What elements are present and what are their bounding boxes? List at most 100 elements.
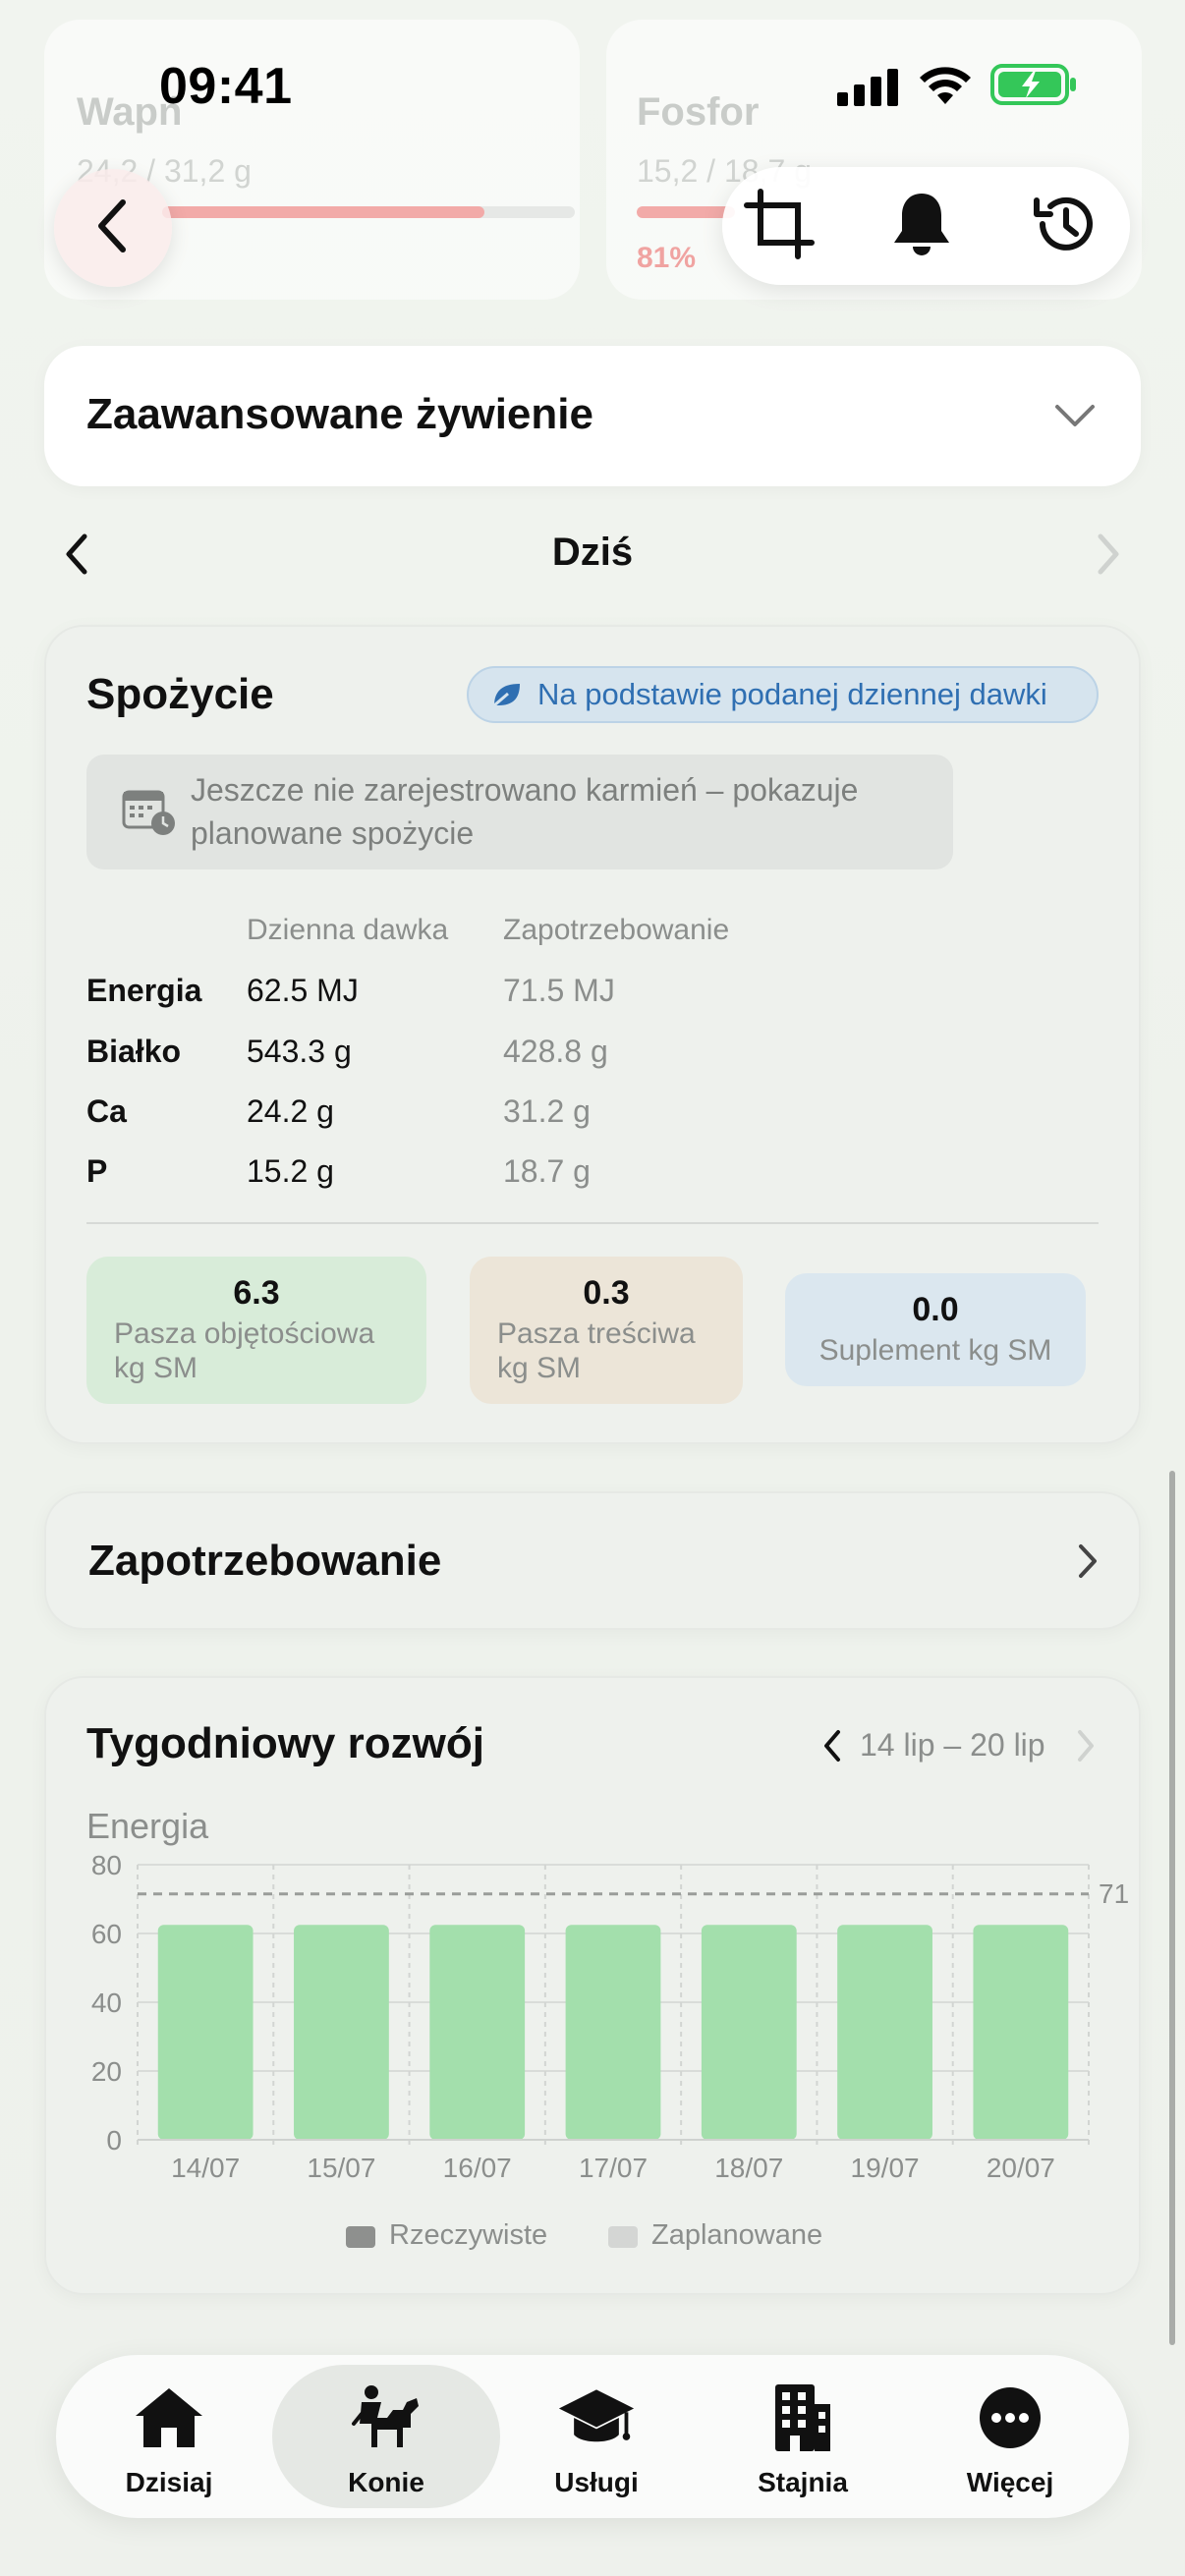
- tab-konie[interactable]: Konie: [272, 2365, 500, 2508]
- history-button[interactable]: [1027, 189, 1101, 263]
- x-tick-label: 20/07: [987, 2153, 1055, 2183]
- row-req-energy: 71.5 MJ: [503, 973, 615, 1008]
- calendar-clock-icon: [122, 786, 177, 842]
- phosphorus-title: Fosfor: [637, 90, 760, 134]
- chart-title: Energia: [86, 1806, 209, 1846]
- y-tick-label: 0: [106, 2125, 122, 2156]
- x-tick-label: 19/07: [851, 2153, 920, 2183]
- bar-14-07: [157, 1925, 254, 2140]
- requirement-header: Zapotrzebowanie: [503, 914, 730, 946]
- requirements-title: Zapotrzebowanie: [88, 1537, 442, 1585]
- row-req-ca: 31.2 g: [503, 1093, 591, 1129]
- tab-label-konie: Konie: [348, 2467, 424, 2497]
- legend-actual-label: Rzeczywiste: [389, 2219, 548, 2251]
- bar-15-07: [294, 1925, 389, 2140]
- tab-stajnia[interactable]: Stajnia: [700, 2365, 906, 2508]
- dose-source-text: Na podstawie podanej dziennej dawki: [537, 677, 1047, 711]
- previous-week-button[interactable]: [821, 1729, 843, 1767]
- x-tick-label: 15/07: [307, 2153, 375, 2183]
- energy-chart: 0 20 40 60 80 14/07 15/07 16/07 17/07 18/07 19/07 2…: [91, 1850, 1129, 2183]
- roughage-tile: 6.3 Pasza objętościowa kg SM: [86, 1257, 426, 1404]
- phosphorus-percent: 81%: [637, 242, 697, 274]
- phosphorus-progress-fill: [637, 206, 735, 218]
- daily-dose-header: Dzienna dawka: [247, 914, 449, 946]
- back-button[interactable]: [54, 169, 172, 287]
- next-day-button[interactable]: [1093, 532, 1122, 581]
- tab-label-uslugi: Usługi: [554, 2467, 639, 2497]
- x-tick-label: 17/07: [579, 2153, 648, 2183]
- dose-source-badge: Na podstawie podanej dziennej dawki: [467, 666, 1099, 723]
- header-toolbar: [722, 167, 1130, 285]
- signal-icon: [837, 67, 900, 111]
- requirement-reference-label: 71: [1099, 1878, 1129, 1909]
- supplement-value: 0.0: [912, 1291, 959, 1328]
- home-icon: [130, 2382, 208, 2453]
- chevron-left-icon: [91, 196, 135, 260]
- notifications-button[interactable]: [884, 189, 959, 263]
- supplement-tile: 0.0 Suplement kg SM: [785, 1273, 1086, 1386]
- concentrate-value: 0.3: [583, 1274, 630, 1312]
- tab-uslugi[interactable]: Usługi: [493, 2365, 700, 2508]
- building-icon: [763, 2382, 842, 2453]
- row-label-ca: Ca: [86, 1093, 127, 1129]
- status-time: 09:41: [159, 58, 293, 115]
- horse-rider-icon: [347, 2382, 425, 2453]
- legend-planned-label: Zaplanowane: [651, 2219, 823, 2251]
- tab-label-stajnia: Stajnia: [758, 2467, 848, 2497]
- row-daily-energy: 62.5 MJ: [247, 973, 359, 1008]
- requirements-card[interactable]: Zapotrzebowanie: [44, 1491, 1141, 1630]
- row-label-p: P: [86, 1153, 108, 1189]
- chevron-right-icon: [1076, 1542, 1100, 1585]
- y-tick-label: 60: [91, 1919, 122, 1949]
- bar-18-07: [701, 1925, 797, 2140]
- week-range: 14 lip – 20 lip: [860, 1727, 1045, 1763]
- history-icon: [1029, 189, 1100, 264]
- row-req-protein: 428.8 g: [503, 1034, 608, 1069]
- bar-19-07: [837, 1925, 932, 2140]
- advanced-nutrition-title: Zaawansowane żywienie: [86, 390, 593, 438]
- scrollbar[interactable]: [1169, 1471, 1175, 2345]
- bar-20-07: [973, 1925, 1069, 2140]
- y-tick-label: 20: [91, 2056, 122, 2087]
- bell-icon: [889, 190, 954, 263]
- row-daily-ca: 24.2 g: [247, 1093, 334, 1129]
- roughage-value: 6.3: [233, 1274, 280, 1312]
- bar-16-07: [429, 1925, 526, 2140]
- graduation-cap-icon: [557, 2382, 636, 2453]
- bar-17-07: [565, 1925, 661, 2140]
- legend-actual-swatch: [346, 2226, 375, 2248]
- weekly-title: Tygodniowy rozwój: [86, 1719, 484, 1767]
- more-icon: [971, 2382, 1049, 2453]
- legend-planned-swatch: [608, 2226, 638, 2248]
- tab-label-dzisiaj: Dzisiaj: [125, 2467, 213, 2497]
- wifi-icon: [917, 63, 974, 111]
- y-tick-label: 80: [91, 1850, 122, 1880]
- row-label-energy: Energia: [86, 973, 202, 1008]
- calcium-progress-fill: [162, 206, 484, 218]
- tab-label-wiecej: Więcej: [966, 2467, 1054, 2497]
- no-feedings-notice: Jeszcze nie zarejestrowano karmień – pok…: [86, 755, 953, 869]
- x-tick-label: 18/07: [714, 2153, 783, 2183]
- row-label-protein: Białko: [86, 1034, 182, 1069]
- next-week-button[interactable]: [1075, 1729, 1097, 1767]
- x-tick-label: 16/07: [443, 2153, 512, 2183]
- crop-button[interactable]: [742, 188, 817, 265]
- y-tick-label: 40: [91, 1988, 122, 2018]
- row-daily-p: 15.2 g: [247, 1153, 334, 1189]
- tab-bar: Dzisiaj Konie Usługi Stajnia Więcej: [56, 2355, 1129, 2518]
- row-daily-protein: 543.3 g: [247, 1034, 352, 1069]
- advanced-nutrition-card[interactable]: Zaawansowane żywienie: [44, 346, 1141, 486]
- roughage-label: Pasza objętościowa kg SM: [114, 1317, 375, 1384]
- x-tick-label: 14/07: [171, 2153, 240, 2183]
- battery-icon: [990, 63, 1079, 111]
- row-req-p: 18.7 g: [503, 1153, 591, 1189]
- leaf-icon: [490, 680, 524, 709]
- tab-dzisiaj[interactable]: Dzisiaj: [66, 2365, 272, 2508]
- intake-divider: [86, 1222, 1099, 1224]
- crop-icon: [743, 188, 816, 265]
- tab-wiecej[interactable]: Więcej: [907, 2365, 1113, 2508]
- chevron-down-icon: [1053, 401, 1097, 435]
- no-feedings-text: Jeszcze nie zarejestrowano karmień – pok…: [191, 772, 859, 851]
- day-label: Dziś: [551, 531, 634, 574]
- intake-title: Spożycie: [86, 670, 274, 718]
